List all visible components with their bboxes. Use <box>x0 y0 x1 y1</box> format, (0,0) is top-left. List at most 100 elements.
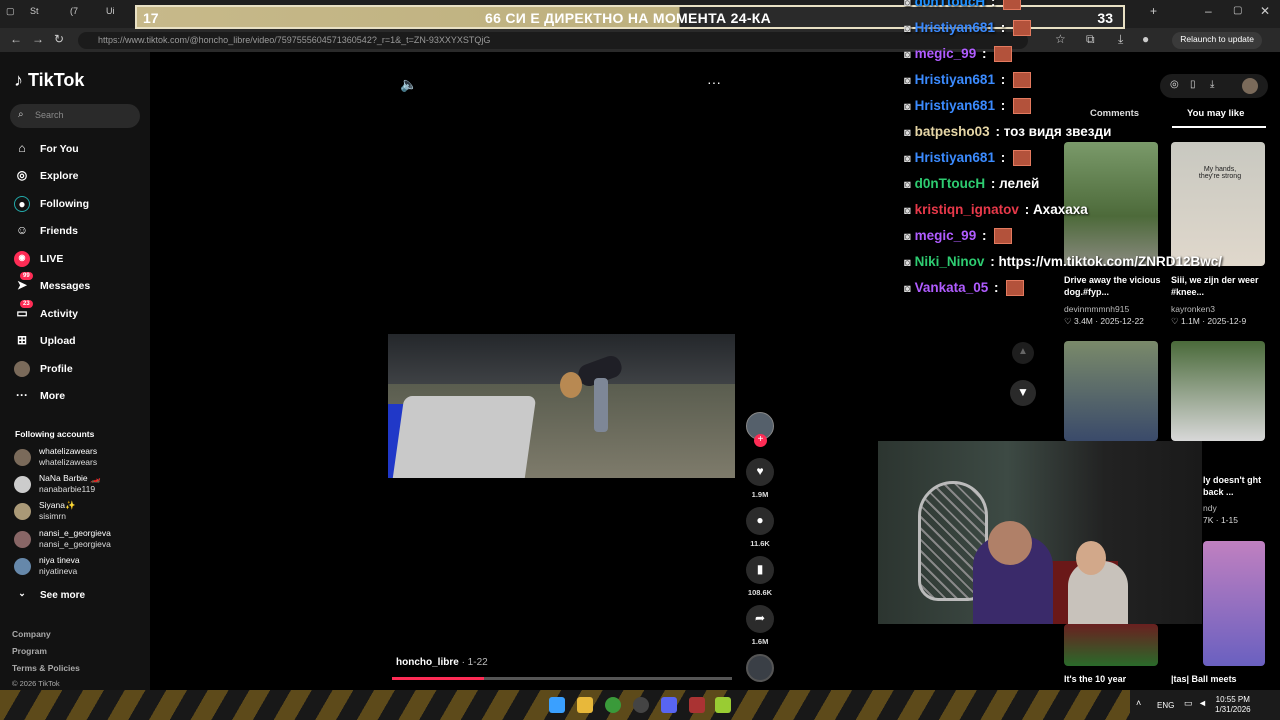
footer-terms[interactable]: Terms & Policies <box>12 663 80 673</box>
nav-messages[interactable]: ➤ 99 Messages <box>14 272 144 297</box>
maximize-icon[interactable]: ▢ <box>1233 5 1242 21</box>
chat-badge-icon: ◙ <box>904 75 911 87</box>
discord-icon[interactable] <box>661 697 677 713</box>
video-card-thumbnail[interactable]: My hands, they're strong <box>1171 142 1265 266</box>
video-card-thumbnail[interactable] <box>1203 541 1265 666</box>
tab-you-may-like[interactable]: You may like <box>1187 108 1244 119</box>
nav-more[interactable]: ··· More <box>14 387 144 407</box>
tiktok-logo[interactable]: ♪ TikTok <box>14 70 84 91</box>
volume-icon[interactable]: 🔈 <box>400 76 417 93</box>
download-icon[interactable]: ⤓ <box>1210 79 1214 90</box>
extensions-icon[interactable]: ⧉ <box>1086 32 1095 47</box>
see-more-button[interactable]: ⌄ See more <box>14 587 144 607</box>
nav-label: More <box>40 390 66 402</box>
following-account[interactable]: Siyana✨ sisimrn <box>14 500 144 524</box>
messages-badge: 99 <box>20 272 33 280</box>
following-account[interactable]: NaNa Barbie 🏎️ nanabarbie119 <box>14 473 144 497</box>
chat-emote-icon <box>994 228 1013 245</box>
video-card-author[interactable]: devinmmmnh915 <box>1064 304 1129 314</box>
back-icon[interactable]: ← <box>10 32 22 46</box>
nav-for-you[interactable]: ⌂ For You <box>14 140 144 160</box>
user-avatar[interactable] <box>1242 78 1258 94</box>
app-icon[interactable] <box>715 697 731 713</box>
profile-avatar-icon[interactable]: ● <box>1142 32 1149 46</box>
search-input[interactable]: ⌕ Search <box>10 104 140 128</box>
video-player[interactable] <box>388 334 735 478</box>
video-progress-bar[interactable] <box>392 677 732 680</box>
bookmark-star-icon[interactable]: ☆ <box>1055 32 1066 46</box>
video-card-title[interactable]: Siii, we zijn der weer #knee... <box>1171 274 1271 298</box>
nav-live[interactable]: ◉ LIVE <box>14 250 144 270</box>
like-action[interactable]: ♥ 1.9M <box>745 458 775 499</box>
chrome-icon[interactable] <box>605 697 621 713</box>
chevron-down-icon[interactable]: ▼ <box>1010 380 1036 406</box>
browser-menu-icon[interactable]: ▢ <box>6 6 15 22</box>
share-action[interactable]: ➦ 1.6M <box>745 605 775 646</box>
tray-language[interactable]: ENG <box>1157 701 1174 710</box>
footer-copyright: © 2026 TikTok <box>12 679 60 688</box>
device-icon[interactable]: ▯ <box>1190 79 1196 90</box>
tiktok-note-icon: ♪ <box>14 70 23 90</box>
video-card-thumbnail[interactable] <box>1064 624 1158 666</box>
account-name: NaNa Barbie 🏎️ <box>39 473 101 483</box>
windows-start-icon[interactable] <box>549 697 565 713</box>
video-card-title[interactable]: ly doesn't ght back ... <box>1203 474 1263 498</box>
url-field[interactable]: https://www.tiktok.com/@honcho_libre/vid… <box>78 32 1028 49</box>
footer-company[interactable]: Company <box>12 629 51 639</box>
chevron-up-icon[interactable]: ▲ <box>1012 342 1034 364</box>
video-card-thumbnail[interactable] <box>1171 341 1265 441</box>
bookmark-action[interactable]: ▮ 108.6K <box>745 556 775 597</box>
video-card-author[interactable]: ndy <box>1203 503 1217 513</box>
account-name: Siyana✨ <box>39 500 76 510</box>
comment-action[interactable]: ● 11.6K <box>745 507 775 548</box>
tray-chevron-up-icon[interactable]: ˄ <box>1136 698 1141 708</box>
right-toolbar: ◎ ▯ ⤓ <box>1160 74 1268 98</box>
browser-tab[interactable]: (7 <box>70 6 78 22</box>
video-card-title[interactable]: |tas| Ball meets <box>1171 673 1271 685</box>
chat-message: ◙ batpesho03 : тоз видя звезди <box>904 124 1111 144</box>
close-window-icon[interactable]: ✕ <box>1260 4 1270 20</box>
following-account[interactable]: nansi_e_georgieva nansi_e_georgieva <box>14 528 144 552</box>
following-account[interactable]: niya tineva niyatineva <box>14 555 144 579</box>
footer-program[interactable]: Program <box>12 646 47 656</box>
tray-speaker-icon[interactable]: ◄ <box>1198 698 1207 708</box>
tab-comments[interactable]: Comments <box>1090 108 1139 119</box>
following-account[interactable]: whatelizawears whatelizawears <box>14 446 144 470</box>
music-disc-icon[interactable] <box>746 654 774 682</box>
chat-username: megic_99 <box>914 228 977 243</box>
more-options-icon[interactable]: ··· <box>707 74 721 90</box>
tray-clock[interactable]: 10:55 PM 1/31/2026 <box>1215 695 1251 715</box>
compass-icon[interactable]: ◎ <box>1170 79 1179 90</box>
chat-badge-icon: ◙ <box>904 179 911 191</box>
video-card-title[interactable]: Drive away the vicious dog.#fyp... <box>1064 274 1164 298</box>
chat-emote-icon <box>1012 98 1031 115</box>
nav-friends[interactable]: ☺ Friends <box>14 222 144 242</box>
tray-network-icon[interactable]: ▭ <box>1184 698 1193 709</box>
nav-label: Following <box>40 198 89 210</box>
follow-plus-icon[interactable]: + <box>754 434 767 447</box>
video-author[interactable]: honcho_libre <box>396 657 459 668</box>
nav-explore[interactable]: ◎ Explore <box>14 167 144 187</box>
video-card-title[interactable]: It's the 10 year <box>1064 673 1164 685</box>
account-name: niya tineva <box>39 555 80 565</box>
nav-activity[interactable]: ▭ 23 Activity <box>14 300 144 325</box>
live-icon: ◉ <box>14 251 30 267</box>
browser-tab[interactable]: St <box>30 6 39 22</box>
nav-label: For You <box>40 143 79 155</box>
video-card-author[interactable]: kayronken3 <box>1171 304 1215 314</box>
app-icon[interactable] <box>689 697 705 713</box>
new-tab-icon[interactable]: + <box>1150 4 1157 20</box>
relaunch-button[interactable]: Relaunch to update <box>1172 32 1262 49</box>
reload-icon[interactable]: ↻ <box>54 32 64 46</box>
minimize-icon[interactable]: – <box>1205 4 1212 20</box>
browser-tab[interactable]: Ui <box>106 6 115 22</box>
forward-icon[interactable]: → <box>32 32 44 46</box>
obs-icon[interactable] <box>633 697 649 713</box>
avatar <box>14 449 31 466</box>
video-card-thumbnail[interactable] <box>1064 341 1158 441</box>
nav-upload[interactable]: ⊞ Upload <box>14 332 144 352</box>
nav-following[interactable]: ● Following <box>14 195 144 215</box>
nav-profile[interactable]: Profile <box>14 360 144 380</box>
download-icon[interactable]: ⤓ <box>1118 32 1123 47</box>
file-explorer-icon[interactable] <box>577 697 593 713</box>
